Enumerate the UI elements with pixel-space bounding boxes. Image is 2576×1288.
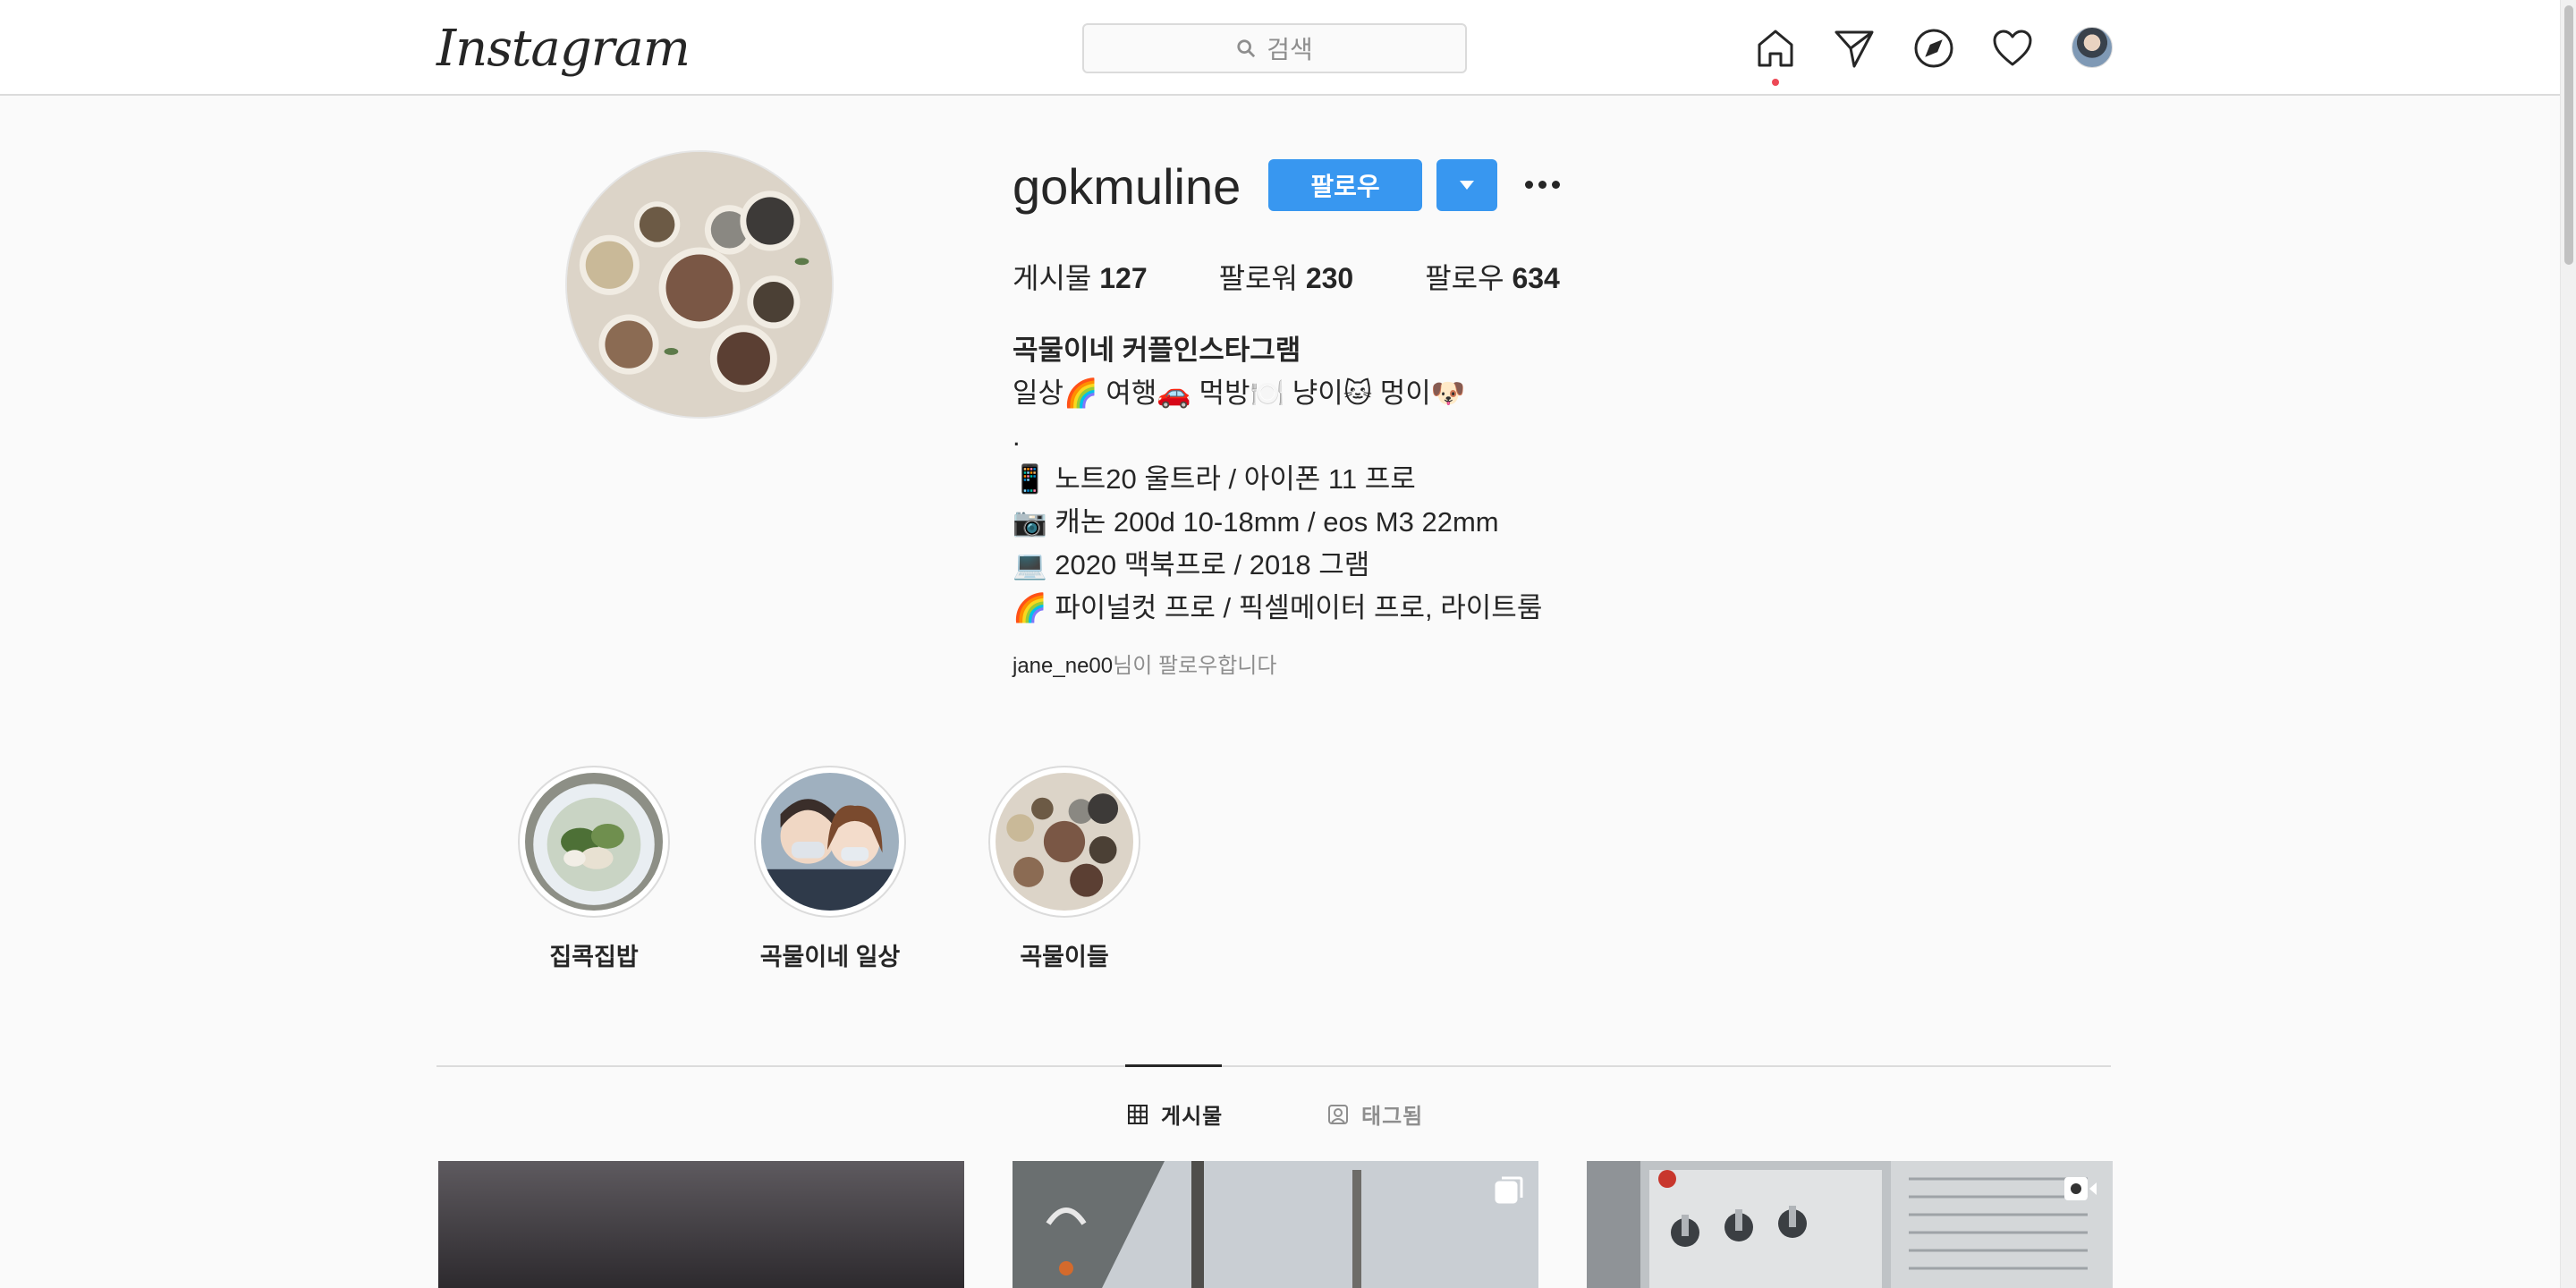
bio-line: . [1013,420,1021,452]
active-tab-indicator [1125,1064,1222,1067]
follow-button[interactable]: 팔로우 [1268,159,1422,211]
caret-down-icon [1460,181,1474,190]
instagram-logo[interactable]: Instagram [436,20,691,78]
post-thumbnail[interactable] [438,1161,964,1288]
profile-stats: 게시물 127 팔로워 230 팔로우 634 [1013,256,1631,297]
profile-username: gokmuline [1013,158,1241,215]
profile-picture[interactable] [565,150,834,419]
grid-icon [1128,1104,1148,1124]
tab-tagged[interactable]: 태그됨 [1327,1098,1423,1130]
tabs-divider [436,1065,2111,1067]
carousel-icon [1494,1175,1524,1206]
more-options-icon[interactable] [1521,166,1563,202]
highlight-item[interactable]: 집콕집밥 [513,766,674,972]
tagged-user-icon [1328,1104,1348,1124]
explore-icon[interactable] [1912,27,1955,70]
bio-line: 📱 노트20 울트라 / 아이폰 11 프로 [1013,463,1416,495]
highlight-item[interactable]: 곡물이들 [984,766,1145,972]
home-icon[interactable] [1754,27,1797,70]
highlight-cover [761,773,899,911]
highlight-label: 곡물이들 [1020,944,1109,970]
post-thumbnail[interactable] [1013,1161,1538,1288]
top-nav: Instagram 검색 [0,0,2560,96]
highlight-cover [525,773,663,911]
activity-heart-icon[interactable] [1991,27,2034,70]
post-thumbnail[interactable] [1587,1161,2113,1288]
followed-by-user[interactable]: jane_ne00 [1013,654,1113,678]
profile-avatar[interactable] [2072,27,2113,68]
search-placeholder: 검색 [1267,36,1313,64]
suggested-accounts-dropdown-button[interactable] [1436,159,1497,211]
highlight-label: 집콕집밥 [549,944,639,970]
bio-line: 일상🌈 여행🚗 먹방🍽️ 냥이🐱 멍이🐶 [1013,377,1466,409]
tab-posts[interactable]: 게시물 [1127,1098,1223,1130]
search-icon [1237,39,1256,58]
highlight-item[interactable]: 곡물이네 일상 [750,766,911,972]
scrollbar-thumb[interactable] [2564,5,2573,265]
stat-posts: 게시물 127 [1013,262,1148,294]
highlight-label: 곡물이네 일상 [759,944,901,970]
followed-by[interactable]: jane_ne00님이 팔로우합니다 [1013,648,1276,679]
tab-tagged-label: 태그됨 [1361,1105,1424,1129]
bio-line: 💻 2020 맥북프로 / 2018 그램 [1013,549,1370,580]
tab-posts-label: 게시물 [1161,1105,1224,1129]
stat-followers[interactable]: 팔로워 230 [1219,256,1354,297]
video-icon [2063,1175,2098,1202]
notification-dot [1772,79,1779,86]
profile-bio: 곡물이네 커플인스타그램 일상🌈 여행🚗 먹방🍽️ 냥이🐱 멍이🐶 . 📱 노트… [1013,329,1542,630]
bio-line: 📷 캐논 200d 10-18mm / eos M3 22mm [1013,506,1499,538]
search-input[interactable]: 검색 [1082,23,1467,73]
direct-message-icon[interactable] [1833,27,1876,70]
bio-line: 🌈 파이널컷 프로 / 픽셀메이터 프로, 라이트룸 [1013,592,1543,623]
page-scrollbar[interactable] [2560,0,2576,1288]
stat-following[interactable]: 팔로우 634 [1425,256,1560,297]
bio-full-name: 곡물이네 커플인스타그램 [1013,335,1301,366]
highlight-cover [996,773,1133,911]
